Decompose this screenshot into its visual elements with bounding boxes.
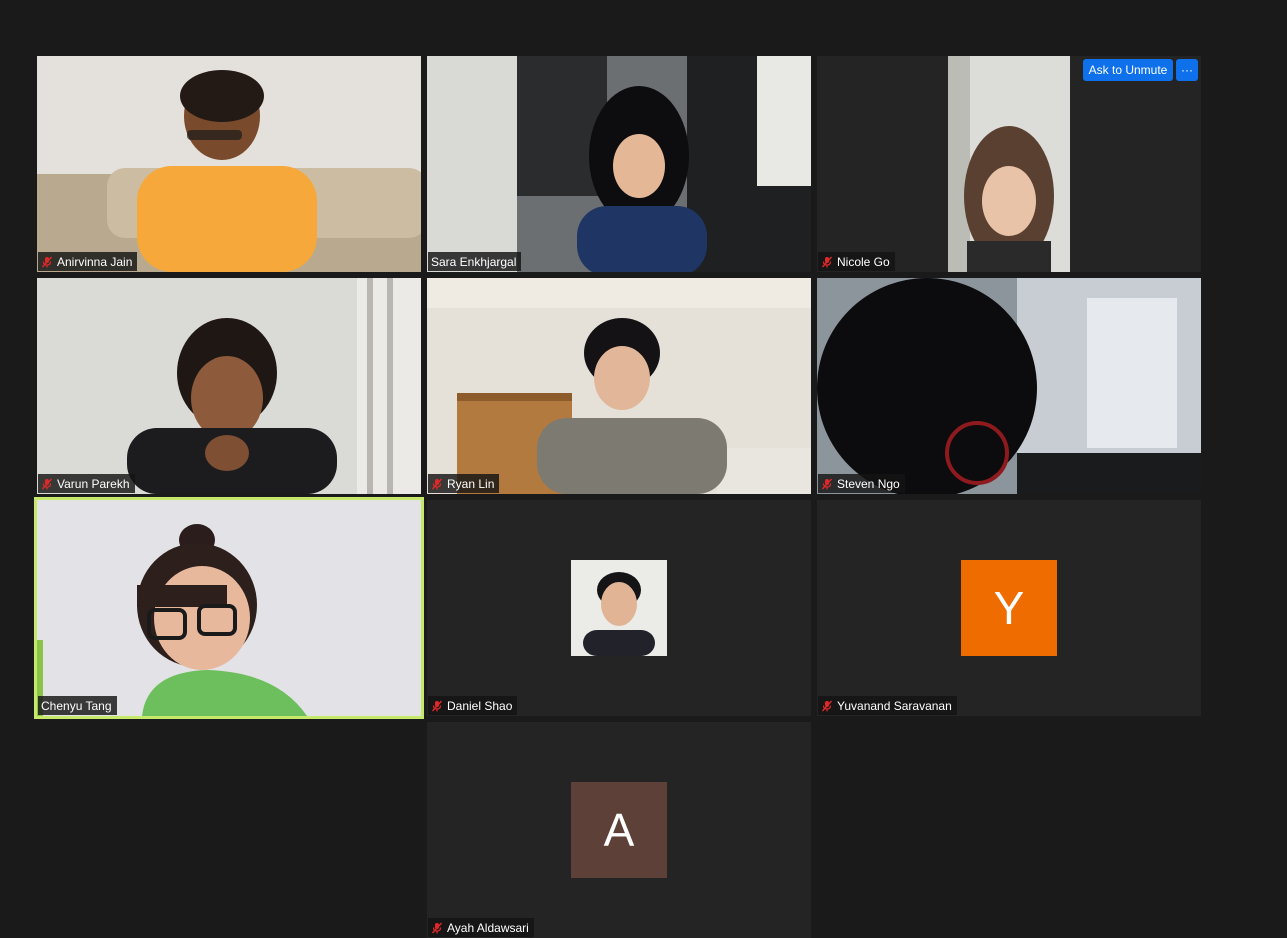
- participant-name-tag: Daniel Shao: [428, 696, 518, 715]
- participant-name-tag: Anirvinna Jain: [38, 252, 138, 271]
- participant-video: [817, 56, 1201, 272]
- participant-tile-ryan-lin[interactable]: Ryan Lin: [427, 278, 811, 494]
- participant-name-tag: Varun Parekh: [38, 474, 135, 493]
- mic-muted-icon: [821, 700, 833, 712]
- participant-name: Yuvanand Saravanan: [837, 698, 952, 713]
- profile-photo: [571, 560, 667, 656]
- participant-name: Ayah Aldawsari: [447, 920, 529, 935]
- participant-tile-ayah-aldawsari[interactable]: A Ayah Aldawsari: [427, 722, 811, 938]
- participant-name: Chenyu Tang: [41, 698, 112, 713]
- participant-video: [817, 278, 1201, 494]
- participant-name-tag: Yuvanand Saravanan: [818, 696, 957, 715]
- participant-name: Anirvinna Jain: [57, 254, 133, 269]
- participant-name-tag: Steven Ngo: [818, 474, 905, 493]
- mic-muted-icon: [821, 256, 833, 268]
- participant-name: Ryan Lin: [447, 476, 495, 491]
- avatar-initial: Y: [961, 560, 1057, 656]
- participant-video: [427, 278, 811, 494]
- participant-tile-anirvinna-jain[interactable]: Anirvinna Jain: [37, 56, 421, 272]
- participant-video: [37, 500, 421, 716]
- participant-tile-yuvanand-saravanan[interactable]: Y Yuvanand Saravanan: [817, 500, 1201, 716]
- participant-name: Daniel Shao: [447, 698, 513, 713]
- participant-tile-varun-parekh[interactable]: Varun Parekh: [37, 278, 421, 494]
- participant-name-tag: Sara Enkhjargal: [428, 252, 522, 271]
- participant-tile-steven-ngo[interactable]: Steven Ngo: [817, 278, 1201, 494]
- participant-tile-sara-enkhjargal[interactable]: Sara Enkhjargal: [427, 56, 811, 272]
- participant-name: Nicole Go: [837, 254, 890, 269]
- participant-video: [427, 56, 811, 272]
- ask-to-unmute-button[interactable]: Ask to Unmute: [1083, 59, 1173, 81]
- participant-name: Varun Parekh: [57, 476, 130, 491]
- participant-tile-chenyu-tang[interactable]: Chenyu Tang: [34, 497, 424, 719]
- participant-name-tag: Ryan Lin: [428, 474, 500, 493]
- more-options-button[interactable]: ···: [1176, 59, 1198, 81]
- participant-name: Sara Enkhjargal: [431, 254, 517, 269]
- mic-muted-icon: [431, 700, 443, 712]
- participant-tile-daniel-shao[interactable]: Daniel Shao: [427, 500, 811, 716]
- avatar-initial: A: [571, 782, 667, 878]
- participant-name-tag: Nicole Go: [818, 252, 895, 271]
- participant-name-tag: Ayah Aldawsari: [428, 918, 534, 937]
- mic-muted-icon: [431, 478, 443, 490]
- participant-video: [37, 278, 421, 494]
- mic-muted-icon: [41, 256, 53, 268]
- participant-name-tag: Chenyu Tang: [38, 696, 117, 715]
- mic-muted-icon: [41, 478, 53, 490]
- mic-muted-icon: [431, 922, 443, 934]
- participant-tile-nicole-go[interactable]: Nicole Go: [817, 56, 1201, 272]
- participant-video: [37, 56, 421, 272]
- participant-name: Steven Ngo: [837, 476, 900, 491]
- mic-muted-icon: [821, 478, 833, 490]
